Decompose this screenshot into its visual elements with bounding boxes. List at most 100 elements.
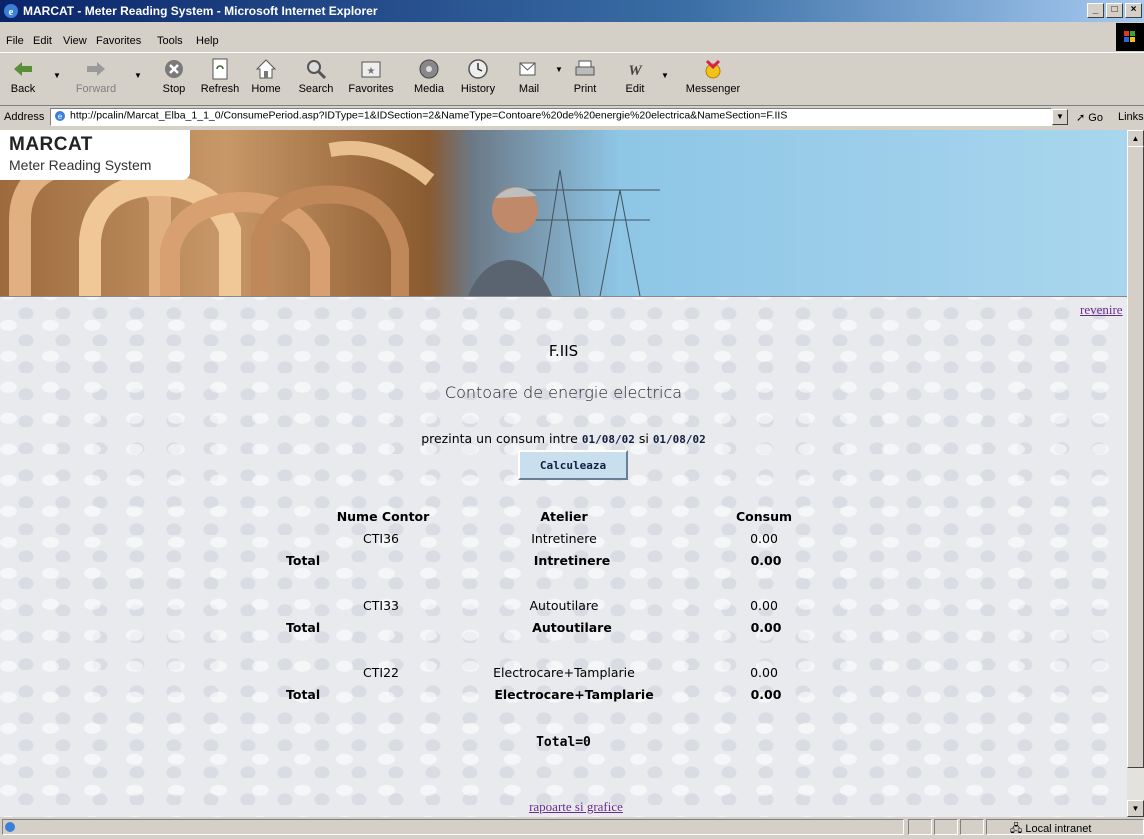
menu-file[interactable]: File (6, 35, 24, 47)
total-workshop: Autoutilare (532, 620, 612, 635)
page-status-icon (5, 822, 15, 832)
menu-favorites[interactable]: Favorites (96, 35, 141, 47)
go-button[interactable]: ➚ Go (1076, 111, 1103, 124)
print-icon (573, 57, 597, 81)
refresh-icon (208, 57, 232, 81)
page-content: MARCAT Meter Reading System revenire F.I… (0, 130, 1127, 817)
marcat-logo: MARCAT Meter Reading System (0, 130, 190, 180)
status-main-pane (2, 819, 904, 835)
media-icon (417, 57, 441, 81)
header-banner: MARCAT Meter Reading System (0, 130, 1127, 296)
scroll-up-button[interactable]: ▲ (1127, 130, 1144, 147)
svg-text:e: e (58, 112, 63, 121)
page-icon: e (55, 111, 65, 121)
total-label: Total (286, 620, 321, 635)
history-button[interactable]: History (455, 55, 501, 95)
window-title-bar[interactable]: e MARCAT - Meter Reading System - Micros… (0, 0, 1144, 22)
logo-subtitle: Meter Reading System (9, 157, 152, 173)
back-arrow-icon (11, 57, 35, 81)
total-label: Total (286, 553, 321, 568)
home-icon (254, 57, 278, 81)
row-consumption: 0.00 (750, 531, 778, 546)
forward-arrow-icon (84, 57, 108, 81)
mail-button[interactable]: Mail (506, 55, 552, 95)
print-button[interactable]: Print (562, 55, 608, 95)
search-icon (304, 57, 328, 81)
search-button[interactable]: Search (293, 55, 339, 95)
logo-title: MARCAT (9, 134, 93, 155)
header-workshop: Atelier (540, 509, 588, 524)
meter-type-title: Contoare de energie electrica (444, 383, 683, 402)
date-to: 01/08/02 (652, 433, 706, 446)
vertical-scrollbar[interactable]: ▲ ▼ (1127, 130, 1144, 817)
status-bar: 🖧 Local intranet (0, 817, 1144, 835)
row-workshop: Intretinere (531, 531, 597, 546)
home-button[interactable]: Home (243, 55, 289, 95)
media-button[interactable]: Media (406, 55, 452, 95)
row-consumption: 0.00 (750, 598, 778, 613)
messenger-button[interactable]: Messenger (668, 55, 758, 95)
date-from: 01/08/02 (581, 433, 635, 446)
refresh-button[interactable]: Refresh (197, 55, 243, 95)
status-pane (960, 819, 984, 835)
menu-edit[interactable]: Edit (33, 35, 52, 47)
ie-logo-icon: e (4, 4, 18, 18)
maximize-button[interactable]: □ (1106, 3, 1123, 18)
status-pane (908, 819, 932, 835)
total-workshop: Intretinere (533, 553, 611, 568)
calculate-button[interactable]: Calculeaza (518, 450, 628, 480)
svg-text:★: ★ (367, 66, 376, 77)
grand-total: Total=0 (536, 735, 591, 750)
status-pane (934, 819, 958, 835)
back-dropdown-icon[interactable]: ▼ (53, 71, 61, 80)
word-edit-icon: W (623, 57, 647, 81)
address-bar: Address e http://pcalin/Marcat_Elba_1_1_0… (0, 106, 1144, 128)
total-workshop: Electrocare+Tamplarie (494, 687, 654, 702)
divider (0, 296, 1127, 297)
back-button[interactable]: Back (0, 55, 46, 95)
menu-tools[interactable]: Tools (157, 35, 183, 47)
address-input[interactable]: e http://pcalin/Marcat_Elba_1_1_0/Consume… (50, 108, 1052, 126)
scroll-down-button[interactable]: ▼ (1127, 800, 1144, 817)
forward-button[interactable]: Forward (73, 55, 119, 95)
window-title: MARCAT - Meter Reading System - Microsof… (23, 4, 378, 18)
section-title: F.IIS (548, 342, 579, 360)
favorites-button[interactable]: ★ Favorites (348, 55, 394, 95)
edit-button[interactable]: W Edit (612, 55, 658, 95)
back-link[interactable]: revenire (1080, 302, 1123, 318)
row-consumption: 0.00 (750, 665, 778, 680)
row-meter-name: CTI36 (363, 531, 399, 546)
total-consumption: 0.00 (750, 687, 782, 702)
local-intranet-icon: 🖧 (1010, 823, 1023, 835)
total-consumption: 0.00 (750, 553, 782, 568)
period-line: prezinta un consum intre 01/08/02 si 01/… (421, 431, 706, 446)
scroll-thumb[interactable] (1127, 146, 1144, 768)
stop-icon (162, 57, 186, 81)
history-icon (466, 57, 490, 81)
links-button[interactable]: Links (1118, 111, 1144, 123)
svg-text:e: e (9, 6, 14, 18)
menu-help[interactable]: Help (196, 35, 219, 47)
row-workshop: Autoutilare (529, 598, 599, 613)
minimize-button[interactable]: _ (1087, 3, 1104, 18)
go-arrow-icon: ➚ (1076, 112, 1086, 124)
row-meter-name: CTI22 (363, 665, 399, 680)
forward-dropdown-icon[interactable]: ▼ (134, 71, 142, 80)
total-label: Total (286, 687, 321, 702)
row-meter-name: CTI33 (363, 598, 399, 613)
stop-button[interactable]: Stop (151, 55, 197, 95)
favorites-icon: ★ (359, 57, 383, 81)
mail-icon (517, 57, 541, 81)
total-consumption: 0.00 (750, 620, 782, 635)
header-consumption: Consum (735, 509, 793, 524)
menu-view[interactable]: View (63, 35, 87, 47)
address-dropdown-button[interactable]: ▼ (1052, 109, 1068, 125)
windows-logo-icon (1116, 23, 1144, 51)
svg-text:W: W (628, 63, 643, 79)
close-button[interactable]: × (1125, 3, 1142, 18)
standard-toolbar: Back ▼ Forward ▼ Stop Refresh Home Searc… (0, 52, 1144, 106)
reports-link[interactable]: rapoarte si grafice (529, 799, 623, 814)
address-label: Address (4, 111, 45, 123)
reports-link-row: rapoarte si grafice (0, 799, 1127, 815)
menu-bar: File Edit View Favorites Tools Help (0, 32, 1144, 52)
